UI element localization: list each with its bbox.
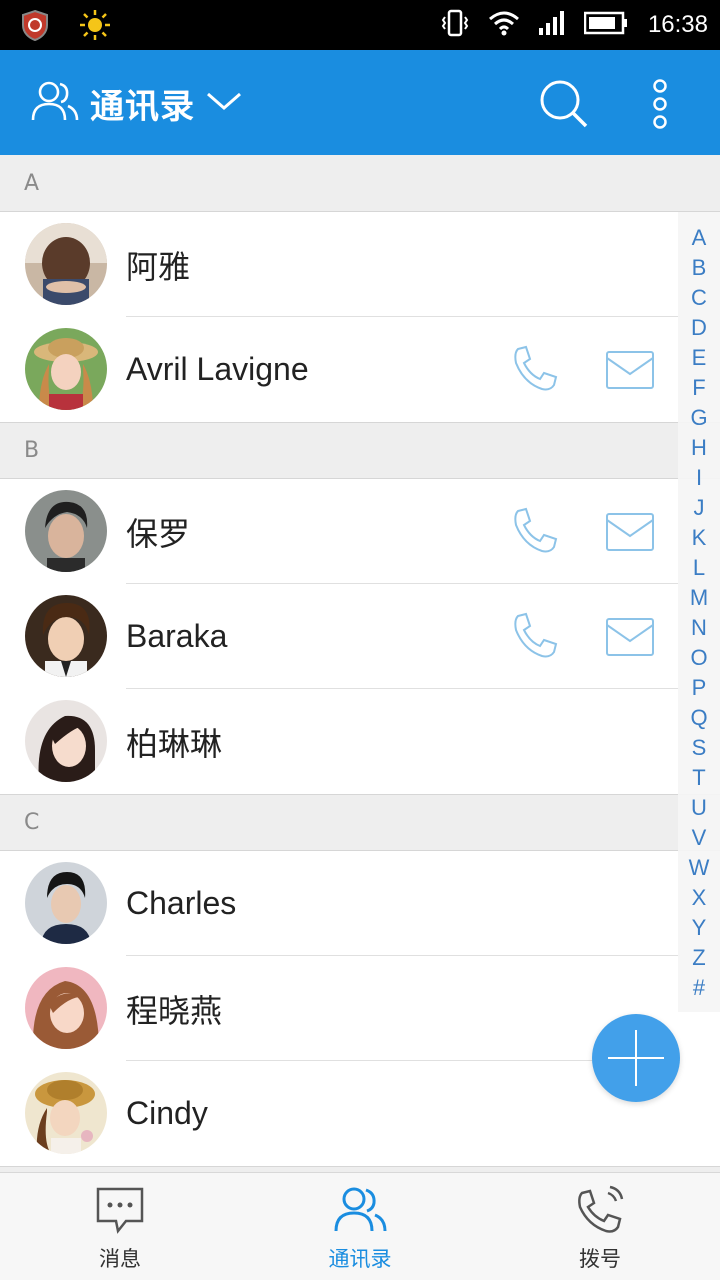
- message-button[interactable]: [604, 615, 656, 659]
- more-vertical-icon: [653, 79, 667, 129]
- alphabet-index-letter[interactable]: I: [696, 463, 702, 493]
- nav-label: 拨号: [579, 1247, 621, 1271]
- contact-name: Charles: [126, 885, 237, 921]
- alphabet-index-letter[interactable]: X: [692, 883, 707, 913]
- alphabet-index-letter[interactable]: O: [690, 643, 707, 673]
- bottom-nav: 消息 通讯录 拨号: [0, 1172, 720, 1280]
- contact-row[interactable]: 柏琳琳: [0, 689, 720, 794]
- alphabet-index-letter[interactable]: V: [692, 823, 707, 853]
- alphabet-index-letter[interactable]: K: [692, 523, 707, 553]
- search-button[interactable]: [538, 78, 590, 130]
- contact-row[interactable]: Charles: [0, 851, 720, 956]
- alphabet-index-letter[interactable]: M: [690, 583, 708, 613]
- section-header-a: A: [0, 155, 720, 212]
- section-header-b: B: [0, 422, 720, 479]
- alphabet-index-letter[interactable]: Y: [692, 913, 707, 943]
- phone-icon: [514, 612, 558, 658]
- alphabet-index-letter[interactable]: U: [691, 793, 707, 823]
- more-options-button[interactable]: [640, 76, 680, 132]
- alphabet-index-letter[interactable]: N: [691, 613, 707, 643]
- alphabet-index-letter[interactable]: J: [694, 493, 705, 523]
- add-contact-button[interactable]: [592, 1014, 680, 1102]
- call-button[interactable]: [508, 505, 560, 557]
- page-title: 通讯录: [90, 86, 195, 127]
- envelope-icon: [606, 513, 654, 551]
- contacts-title-dropdown[interactable]: 通讯录: [30, 78, 243, 128]
- contacts-icon: [332, 1185, 388, 1239]
- call-button[interactable]: [508, 343, 560, 395]
- avatar: [25, 1072, 107, 1154]
- contacts-icon: [30, 78, 80, 128]
- contact-name: 阿雅: [126, 248, 191, 285]
- call-button[interactable]: [508, 610, 560, 662]
- alphabet-index-letter[interactable]: S: [692, 733, 707, 763]
- avatar: [25, 595, 107, 677]
- nav-item-dialer[interactable]: 拨号: [480, 1173, 720, 1280]
- alphabet-index-letter[interactable]: B: [692, 253, 707, 283]
- alphabet-index-letter[interactable]: F: [692, 373, 705, 403]
- app-bar: 通讯录: [0, 50, 720, 155]
- signal-icon: [538, 10, 566, 40]
- contact-row[interactable]: Baraka: [0, 584, 720, 689]
- alphabet-index-letter[interactable]: C: [691, 283, 707, 313]
- search-icon: [540, 80, 588, 128]
- vibrate-icon: [440, 8, 470, 42]
- envelope-icon: [606, 618, 654, 656]
- phone-icon: [514, 345, 558, 391]
- alphabet-index-letter[interactable]: W: [689, 853, 710, 883]
- alphabet-index-letter[interactable]: G: [690, 403, 707, 433]
- contact-list[interactable]: A 阿雅 Avril Lavigne B 保罗 Baraka 柏琳琳 C Cha…: [0, 155, 720, 1172]
- contact-name: Cindy: [126, 1095, 208, 1131]
- avatar: [25, 490, 107, 572]
- avatar: [25, 967, 107, 1049]
- battery-icon: [583, 11, 630, 39]
- alphabet-index-letter[interactable]: #: [693, 973, 705, 1003]
- avatar: [25, 700, 107, 782]
- phone-icon: [514, 507, 558, 553]
- alphabet-index-letter[interactable]: P: [692, 673, 707, 703]
- chat-bubble-icon: [94, 1185, 146, 1239]
- contact-row[interactable]: 保罗: [0, 479, 720, 584]
- contact-row[interactable]: 阿雅: [0, 212, 720, 317]
- message-button[interactable]: [604, 510, 656, 554]
- chevron-down-icon: [205, 90, 243, 116]
- avatar: [25, 223, 107, 305]
- alphabet-index-letter[interactable]: Z: [692, 943, 705, 973]
- sun-weather-icon: [78, 8, 112, 46]
- alphabet-index-letter[interactable]: Q: [690, 703, 707, 733]
- status-time: 16:38: [647, 11, 708, 38]
- contact-name: 程晓燕: [126, 992, 223, 1029]
- nav-label: 通讯录: [328, 1247, 392, 1271]
- nav-item-contacts[interactable]: 通讯录: [240, 1173, 480, 1280]
- alphabet-index-letter[interactable]: E: [692, 343, 707, 373]
- envelope-icon: [606, 351, 654, 389]
- alphabet-index-letter[interactable]: H: [691, 433, 707, 463]
- contact-name: Baraka: [126, 618, 228, 654]
- alphabet-index[interactable]: A B C D E F G H I J K L M N O P Q S T U …: [678, 212, 720, 1012]
- nav-item-messages[interactable]: 消息: [0, 1173, 240, 1280]
- status-bar: 16:38: [0, 0, 720, 50]
- alphabet-index-letter[interactable]: A: [692, 223, 707, 253]
- contact-name: 保罗: [126, 515, 191, 552]
- contact-row[interactable]: Avril Lavigne: [0, 317, 720, 422]
- nav-label: 消息: [99, 1247, 141, 1271]
- phone-dial-icon: [574, 1185, 626, 1239]
- message-button[interactable]: [604, 348, 656, 392]
- security-shield-icon: [20, 9, 50, 45]
- wifi-icon: [488, 10, 520, 40]
- contact-name: Avril Lavigne: [126, 351, 309, 387]
- alphabet-index-letter[interactable]: D: [691, 313, 707, 343]
- alphabet-index-letter[interactable]: L: [693, 553, 705, 583]
- section-header-c: C: [0, 794, 720, 851]
- contact-name: 柏琳琳: [126, 725, 223, 762]
- avatar: [25, 328, 107, 410]
- alphabet-index-letter[interactable]: T: [692, 763, 705, 793]
- avatar: [25, 862, 107, 944]
